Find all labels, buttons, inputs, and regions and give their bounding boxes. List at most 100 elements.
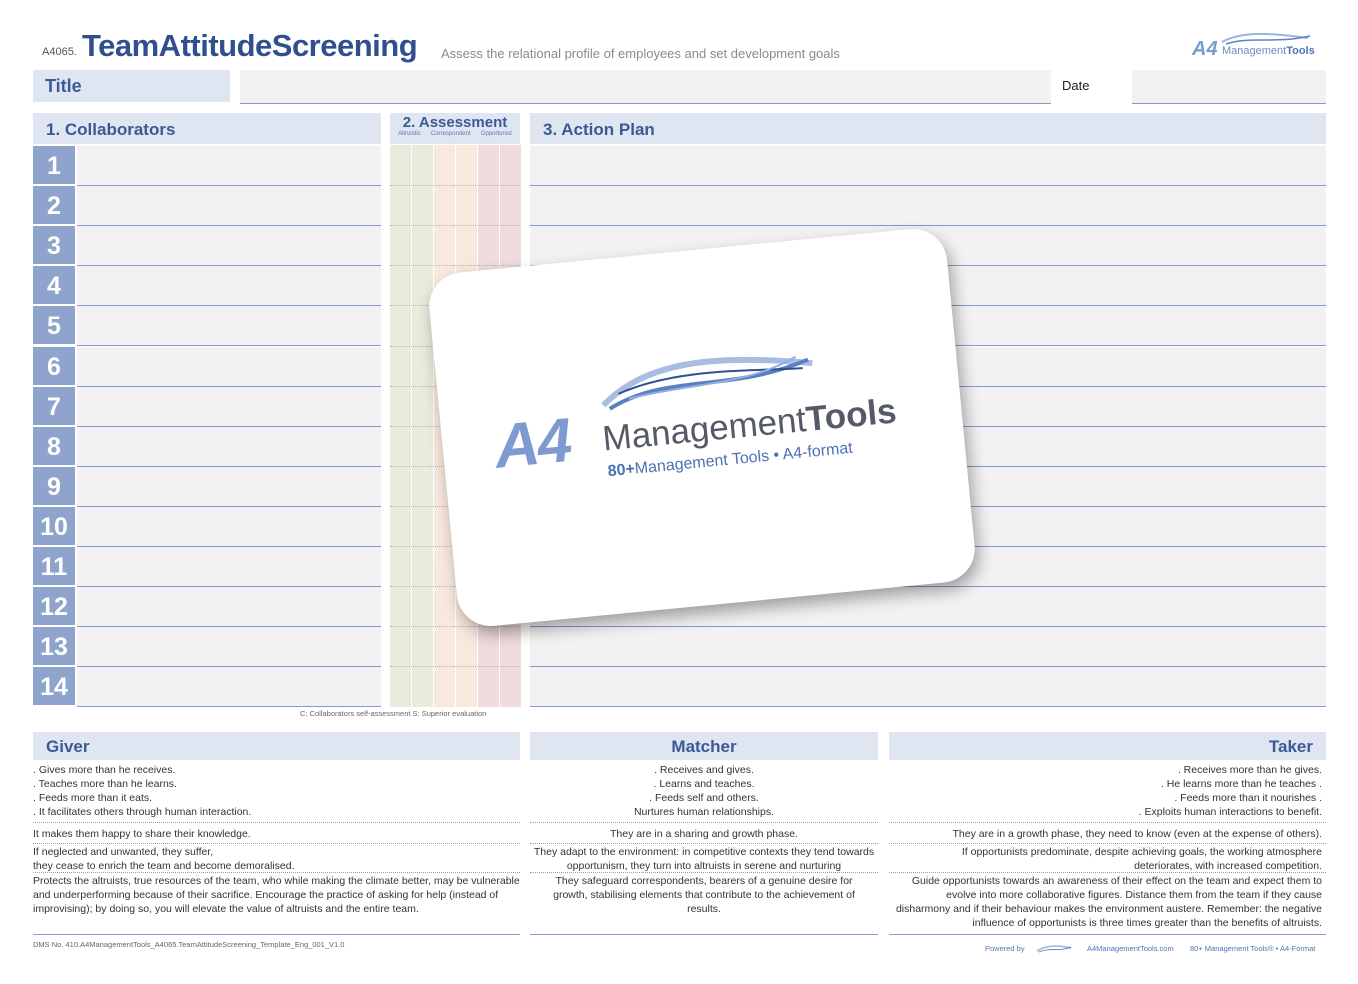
page-title: TeamAttitudeScreening	[82, 28, 418, 63]
divider	[889, 822, 1326, 823]
collaborator-name-field[interactable]	[77, 306, 381, 347]
wave-logo-icon	[1221, 32, 1311, 45]
brand-a4: A4	[1192, 38, 1218, 60]
action-plan-field[interactable]	[530, 667, 1326, 708]
powered-by-label: Powered by	[985, 944, 1025, 953]
row-number: 9	[33, 466, 75, 505]
matcher-trait: . Feeds self and others.	[649, 792, 759, 804]
action-plan-field[interactable]	[530, 627, 1326, 668]
divider	[530, 843, 878, 844]
assessment-col-opportunist: Opportunist	[480, 131, 512, 137]
dms-number: DMS No. 410.A4ManagementTools_A4065.Team…	[33, 940, 345, 949]
row-number: 4	[33, 266, 75, 305]
taker-risk: If opportunists predominate, despite ach…	[961, 846, 1322, 872]
collaborator-name-field[interactable]	[77, 266, 381, 307]
row-number: 11	[33, 547, 75, 585]
collaborator-name-field[interactable]	[77, 226, 381, 267]
giver-risk: If neglected and unwanted, they suffer, …	[33, 846, 295, 872]
assessment-legend-note: C: Collaborators self-assessment S: Supe…	[300, 709, 487, 718]
matcher-traits: . Receives and gives. . Learns and teach…	[530, 763, 878, 819]
giver-traits: . Gives more than he receives. . Teaches…	[33, 763, 520, 819]
collaborator-name-field[interactable]	[77, 426, 381, 467]
assessment-row-divider	[390, 626, 520, 628]
action-plan-field[interactable]	[530, 186, 1326, 227]
assessment-col-correspondent: Correspondent	[430, 131, 471, 137]
assessment-title: 2. Assessment	[402, 114, 508, 131]
row-number: 8	[33, 426, 75, 465]
collaborator-name-field[interactable]	[77, 386, 381, 427]
divider	[889, 934, 1326, 935]
collaborator-name-field[interactable]	[77, 627, 381, 668]
divider	[889, 843, 1326, 844]
matcher-trait: . Learns and teaches.	[653, 778, 755, 790]
collaborator-name-field[interactable]	[77, 466, 381, 507]
overlay-a4: A4	[491, 405, 574, 482]
row-number: 13	[33, 627, 75, 666]
giver-phase: It makes them happy to share their knowl…	[33, 828, 251, 840]
divider	[33, 843, 520, 844]
assessment-header: 2. Assessment Altruistic Correspondent O…	[390, 113, 520, 144]
collaborator-name-field[interactable]	[77, 186, 381, 227]
brand-logo: A4 ManagementTools	[1192, 32, 1317, 62]
matcher-trait: . Receives and gives.	[654, 764, 754, 776]
matcher-phase: They are in a sharing and growth phase.	[610, 828, 798, 840]
taker-trait: . Feeds more than it nourishes .	[1174, 792, 1322, 804]
collaborator-name-field[interactable]	[77, 346, 381, 387]
divider	[889, 872, 1326, 873]
collaborator-name-field[interactable]	[77, 506, 381, 547]
row-number: 14	[33, 667, 75, 706]
giver-advice: Protects the altruists, true resources o…	[33, 875, 520, 915]
taker-trait: . Receives more than he gives.	[1177, 764, 1322, 776]
taker-trait: . Exploits human interactions to benefit…	[1138, 806, 1322, 818]
title-label: Title	[33, 70, 230, 102]
collaborator-name-field[interactable]	[77, 547, 381, 587]
action-plan-field[interactable]	[530, 146, 1326, 186]
action-plan-header: 3. Action Plan	[530, 113, 1326, 144]
divider	[530, 934, 878, 935]
matcher-header: Matcher	[530, 732, 878, 760]
giver-trait: . Gives more than he receives.	[33, 764, 176, 776]
date-field[interactable]	[1132, 70, 1326, 104]
taker-trait: . He learns more than he teaches .	[1160, 778, 1322, 790]
overlay-logo: A4 ManagementTools 80+Management Tools •…	[489, 342, 919, 502]
divider	[33, 822, 520, 823]
matcher-advice: They safeguard correspondents, bearers o…	[553, 875, 855, 915]
giver-trait: . Teaches more than he learns.	[33, 778, 177, 790]
assessment-row-divider	[390, 666, 520, 668]
wave-logo-icon	[1036, 945, 1072, 953]
taker-header: Taker	[889, 732, 1326, 760]
taker-traits: . Receives more than he gives. . He lear…	[889, 763, 1326, 819]
divider	[530, 822, 878, 823]
collaborator-name-field[interactable]	[77, 667, 381, 708]
logo-card-overlay: A4 ManagementTools 80+Management Tools •…	[426, 225, 978, 630]
collaborators-header: 1. Collaborators	[33, 113, 381, 144]
divider	[33, 872, 520, 873]
date-label: Date	[1062, 78, 1090, 93]
assessment-row-divider	[390, 225, 520, 227]
divider	[530, 872, 878, 873]
assessment-col-altruistic: Altruistic	[398, 131, 421, 137]
row-number: 7	[33, 386, 75, 425]
title-field[interactable]	[240, 70, 1051, 104]
giver-header: Giver	[33, 732, 520, 760]
site-link[interactable]: A4ManagementTools.com	[1087, 944, 1174, 953]
collaborator-name-field[interactable]	[77, 146, 381, 186]
taker-phase: They are in a growth phase, they need to…	[952, 828, 1322, 840]
collaborator-name-field[interactable]	[77, 587, 381, 628]
matcher-risk: They adapt to the environment: in compet…	[533, 846, 875, 872]
giver-trait: . Feeds more than it eats.	[33, 792, 153, 804]
row-number: 5	[33, 306, 75, 345]
footer-tagline: 80+ Management Tools® • A4-Format	[1190, 944, 1316, 953]
row-number: 6	[33, 346, 75, 385]
assessment-row-divider	[390, 265, 520, 267]
document-code: A4065.	[42, 46, 77, 58]
row-number: 1	[33, 146, 75, 184]
taker-advice: Guide opportunists towards an awareness …	[895, 875, 1322, 929]
matcher-trait: Nurtures human relationships.	[633, 806, 775, 818]
row-number: 10	[33, 506, 75, 545]
giver-trait: . It facilitates others through human in…	[33, 806, 252, 818]
divider	[33, 934, 520, 935]
row-number: 2	[33, 186, 75, 225]
assessment-row-divider	[390, 185, 520, 187]
row-number: 3	[33, 226, 75, 265]
